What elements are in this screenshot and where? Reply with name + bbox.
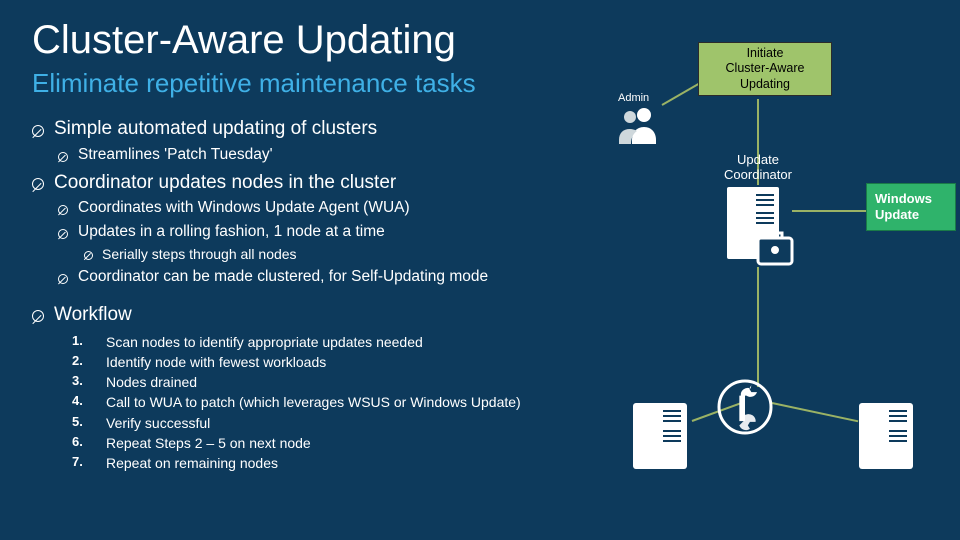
slide-body: Simple automated updating of clusters St… bbox=[32, 112, 592, 474]
slide-title: Cluster-Aware Updating bbox=[32, 18, 456, 63]
cluster-node-server-icon bbox=[856, 400, 916, 472]
admin-label: Admin bbox=[618, 92, 649, 104]
bullet-coordinator: Coordinator updates nodes in the cluster bbox=[32, 170, 592, 196]
workflow-list: 1.Scan nodes to identify appropriate upd… bbox=[32, 332, 592, 474]
bullet-self-updating: Coordinator can be made clustered, for S… bbox=[32, 267, 592, 288]
update-coordinator-label: Update Coordinator bbox=[708, 152, 808, 182]
bullet-simple-updating: Simple automated updating of clusters bbox=[32, 116, 592, 142]
connector-line bbox=[792, 210, 866, 212]
initiate-cau-box: Initiate Cluster-Aware Updating bbox=[698, 42, 832, 96]
bullet-wua: Coordinates with Windows Update Agent (W… bbox=[32, 198, 592, 219]
bullet-rolling: Updates in a rolling fashion, 1 node at … bbox=[32, 222, 592, 243]
workflow-step: 4.Call to WUA to patch (which leverages … bbox=[32, 392, 592, 412]
admin-users-icon bbox=[616, 106, 660, 146]
workflow-step: 5.Verify successful bbox=[32, 413, 592, 433]
bullet-workflow: Workflow bbox=[32, 302, 592, 328]
cluster-node-server-icon bbox=[630, 400, 690, 472]
bullet-serially: Serially steps through all nodes bbox=[32, 245, 592, 264]
coordinator-server-icon bbox=[722, 184, 800, 270]
windows-update-box: Windows Update bbox=[866, 183, 956, 231]
connector-line bbox=[772, 402, 858, 422]
slide-subtitle: Eliminate repetitive maintenance tasks bbox=[32, 68, 476, 99]
connector-line bbox=[757, 267, 759, 387]
workflow-step: 7.Repeat on remaining nodes bbox=[32, 453, 592, 473]
workflow-step: 3.Nodes drained bbox=[32, 372, 592, 392]
maintenance-wrench-icon bbox=[716, 378, 774, 436]
bullet-patch-tuesday: Streamlines 'Patch Tuesday' bbox=[32, 145, 592, 166]
workflow-step: 2.Identify node with fewest workloads bbox=[32, 352, 592, 372]
workflow-step: 1.Scan nodes to identify appropriate upd… bbox=[32, 332, 592, 352]
workflow-step: 6.Repeat Steps 2 – 5 on next node bbox=[32, 433, 592, 453]
